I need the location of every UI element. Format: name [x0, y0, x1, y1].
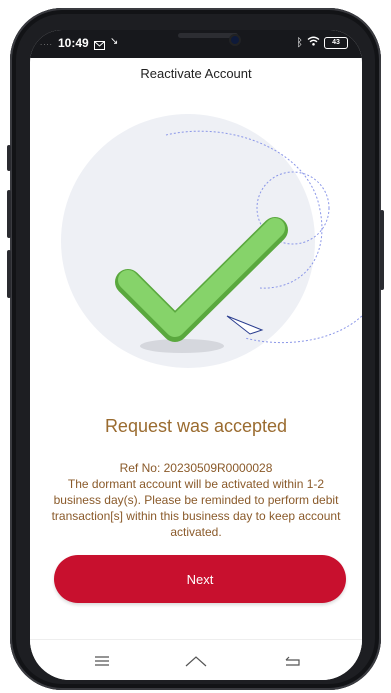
bluetooth-icon: ᛒ — [296, 36, 303, 49]
result-description: The dormant account will be activated wi… — [51, 477, 341, 539]
wifi-icon — [307, 36, 320, 49]
ref-label: Ref No: — [119, 461, 161, 475]
status-bar: .... 10:49 ↘ ᛒ 43 — [30, 30, 362, 58]
check-shadow — [140, 339, 224, 353]
signal-strength: .... — [40, 38, 53, 47]
side-key — [380, 210, 384, 290]
navigation-bar — [30, 639, 362, 680]
power-button — [7, 250, 11, 298]
notification-icon: ↘ — [110, 36, 119, 47]
screen: .... 10:49 ↘ ᛒ 43 Reactivate Account Req… — [30, 30, 362, 680]
volume-down-button — [7, 190, 11, 238]
success-illustration — [30, 90, 362, 390]
menu-icon[interactable] — [82, 650, 122, 672]
front-camera — [229, 34, 241, 46]
status-icons: ᛒ 43 — [296, 36, 348, 49]
volume-button — [7, 145, 11, 171]
ref-value: 20230509R0000028 — [163, 461, 273, 475]
page-title: Reactivate Account — [140, 66, 252, 81]
reference-number: Ref No: 20230509R0000028 — [50, 460, 342, 476]
result-title: Request was accepted — [104, 416, 288, 436]
back-icon[interactable] — [272, 650, 312, 672]
battery-icon: 43 — [324, 36, 348, 49]
status-time: 10:49 — [58, 36, 89, 50]
home-icon[interactable] — [176, 650, 216, 672]
mail-icon — [94, 37, 105, 55]
next-button[interactable]: Next — [54, 555, 346, 603]
